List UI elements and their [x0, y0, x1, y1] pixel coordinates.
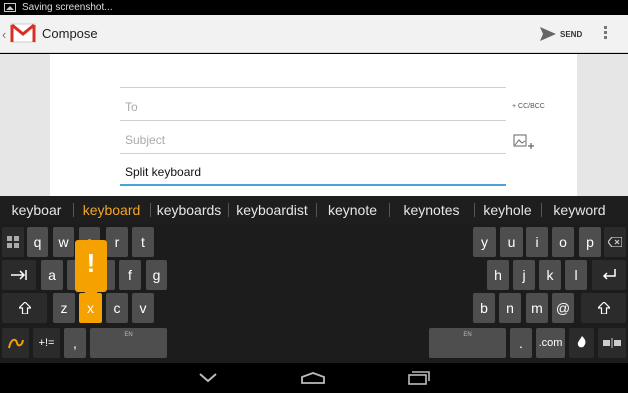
- gmail-icon[interactable]: [10, 22, 36, 44]
- key-preview-char: !: [86, 248, 96, 278]
- key[interactable]: t: [132, 227, 154, 257]
- suggestion-item[interactable]: keynote: [316, 196, 389, 224]
- send-icon: [540, 27, 556, 41]
- dotcom-key[interactable]: .com: [536, 328, 565, 358]
- page-title: Compose: [42, 26, 98, 41]
- shift-key-right[interactable]: [581, 293, 626, 323]
- key[interactable]: o: [552, 227, 574, 257]
- key[interactable]: n: [499, 293, 521, 323]
- navigation-bar: [0, 363, 628, 393]
- key[interactable]: u: [500, 227, 523, 257]
- backspace-key[interactable]: [604, 227, 626, 257]
- period-key[interactable]: .: [510, 328, 532, 358]
- key[interactable]: m: [526, 293, 548, 323]
- swype-key[interactable]: [2, 328, 29, 358]
- tab-icon: [11, 270, 27, 280]
- nav-recent-icon[interactable]: [408, 371, 430, 385]
- key[interactable]: w: [53, 227, 74, 257]
- suggestion-item-active[interactable]: keyboard: [73, 196, 150, 224]
- action-bar: ‹ Compose SEND: [0, 15, 628, 53]
- suggestion-item[interactable]: keyword: [541, 196, 618, 224]
- language-label: EN: [124, 332, 133, 338]
- grid-key[interactable]: [2, 227, 24, 257]
- shift-icon: [17, 301, 32, 315]
- suggestion-strip: keyboar keyboard keyboards keyboardist k…: [0, 196, 628, 224]
- send-button[interactable]: SEND: [540, 24, 582, 44]
- suggestion-item[interactable]: keyhole: [474, 196, 541, 224]
- suggestion-item[interactable]: keyboar: [0, 196, 73, 224]
- from-field: [120, 62, 506, 88]
- split-key[interactable]: [598, 328, 626, 358]
- attach-image-icon[interactable]: [513, 133, 535, 153]
- body-field[interactable]: Split keyboard: [120, 160, 506, 186]
- key[interactable]: g: [146, 260, 167, 290]
- key-preview-tail: [83, 291, 99, 298]
- key[interactable]: j: [513, 260, 535, 290]
- key[interactable]: h: [487, 260, 509, 290]
- key[interactable]: @: [552, 293, 574, 323]
- language-label: EN: [463, 332, 472, 338]
- key[interactable]: y: [473, 227, 496, 257]
- suggestion-item[interactable]: keyboards: [150, 196, 228, 224]
- nav-back-icon[interactable]: [198, 372, 218, 384]
- space-key-left[interactable]: EN: [90, 328, 167, 358]
- key[interactable]: a: [41, 260, 63, 290]
- grid-icon: [7, 236, 19, 248]
- status-text: Saving screenshot...: [22, 2, 113, 13]
- split-icon: [603, 338, 621, 348]
- key[interactable]: k: [539, 260, 561, 290]
- up-chevron-icon[interactable]: ‹: [2, 27, 6, 42]
- send-label: SEND: [560, 29, 583, 39]
- shift-icon: [596, 301, 611, 315]
- shift-key[interactable]: [2, 293, 47, 323]
- key[interactable]: i: [526, 227, 548, 257]
- suggestion-item[interactable]: keynotes: [389, 196, 474, 224]
- symbols-key[interactable]: +!=: [33, 328, 60, 358]
- image-icon: [4, 3, 16, 12]
- suggestion-item[interactable]: keyboardist: [228, 196, 316, 224]
- status-bar: Saving screenshot...: [0, 0, 628, 15]
- swype-icon: [7, 338, 24, 349]
- overflow-icon[interactable]: [601, 26, 609, 42]
- voice-key[interactable]: [569, 328, 594, 358]
- key[interactable]: b: [473, 293, 495, 323]
- key[interactable]: l: [565, 260, 587, 290]
- space-key-right[interactable]: EN: [429, 328, 506, 358]
- screen: Saving screenshot... ‹ Compose SEND To +…: [0, 0, 628, 393]
- cc-bcc-button[interactable]: + CC/BCC: [512, 103, 545, 110]
- key[interactable]: z: [53, 293, 75, 323]
- key[interactable]: p: [579, 227, 601, 257]
- to-field[interactable]: To: [120, 95, 506, 121]
- key[interactable]: v: [132, 293, 154, 323]
- nav-home-icon[interactable]: [300, 372, 326, 384]
- key[interactable]: q: [27, 227, 48, 257]
- voice-icon: [577, 336, 585, 348]
- subject-field[interactable]: Subject: [120, 128, 506, 154]
- key[interactable]: c: [106, 293, 128, 323]
- enter-icon: [602, 269, 616, 280]
- key[interactable]: f: [119, 260, 141, 290]
- comma-key[interactable]: ,: [64, 328, 86, 358]
- key[interactable]: r: [106, 227, 128, 257]
- tab-key[interactable]: [2, 260, 36, 290]
- enter-key[interactable]: [592, 260, 626, 290]
- backspace-icon: [607, 236, 623, 248]
